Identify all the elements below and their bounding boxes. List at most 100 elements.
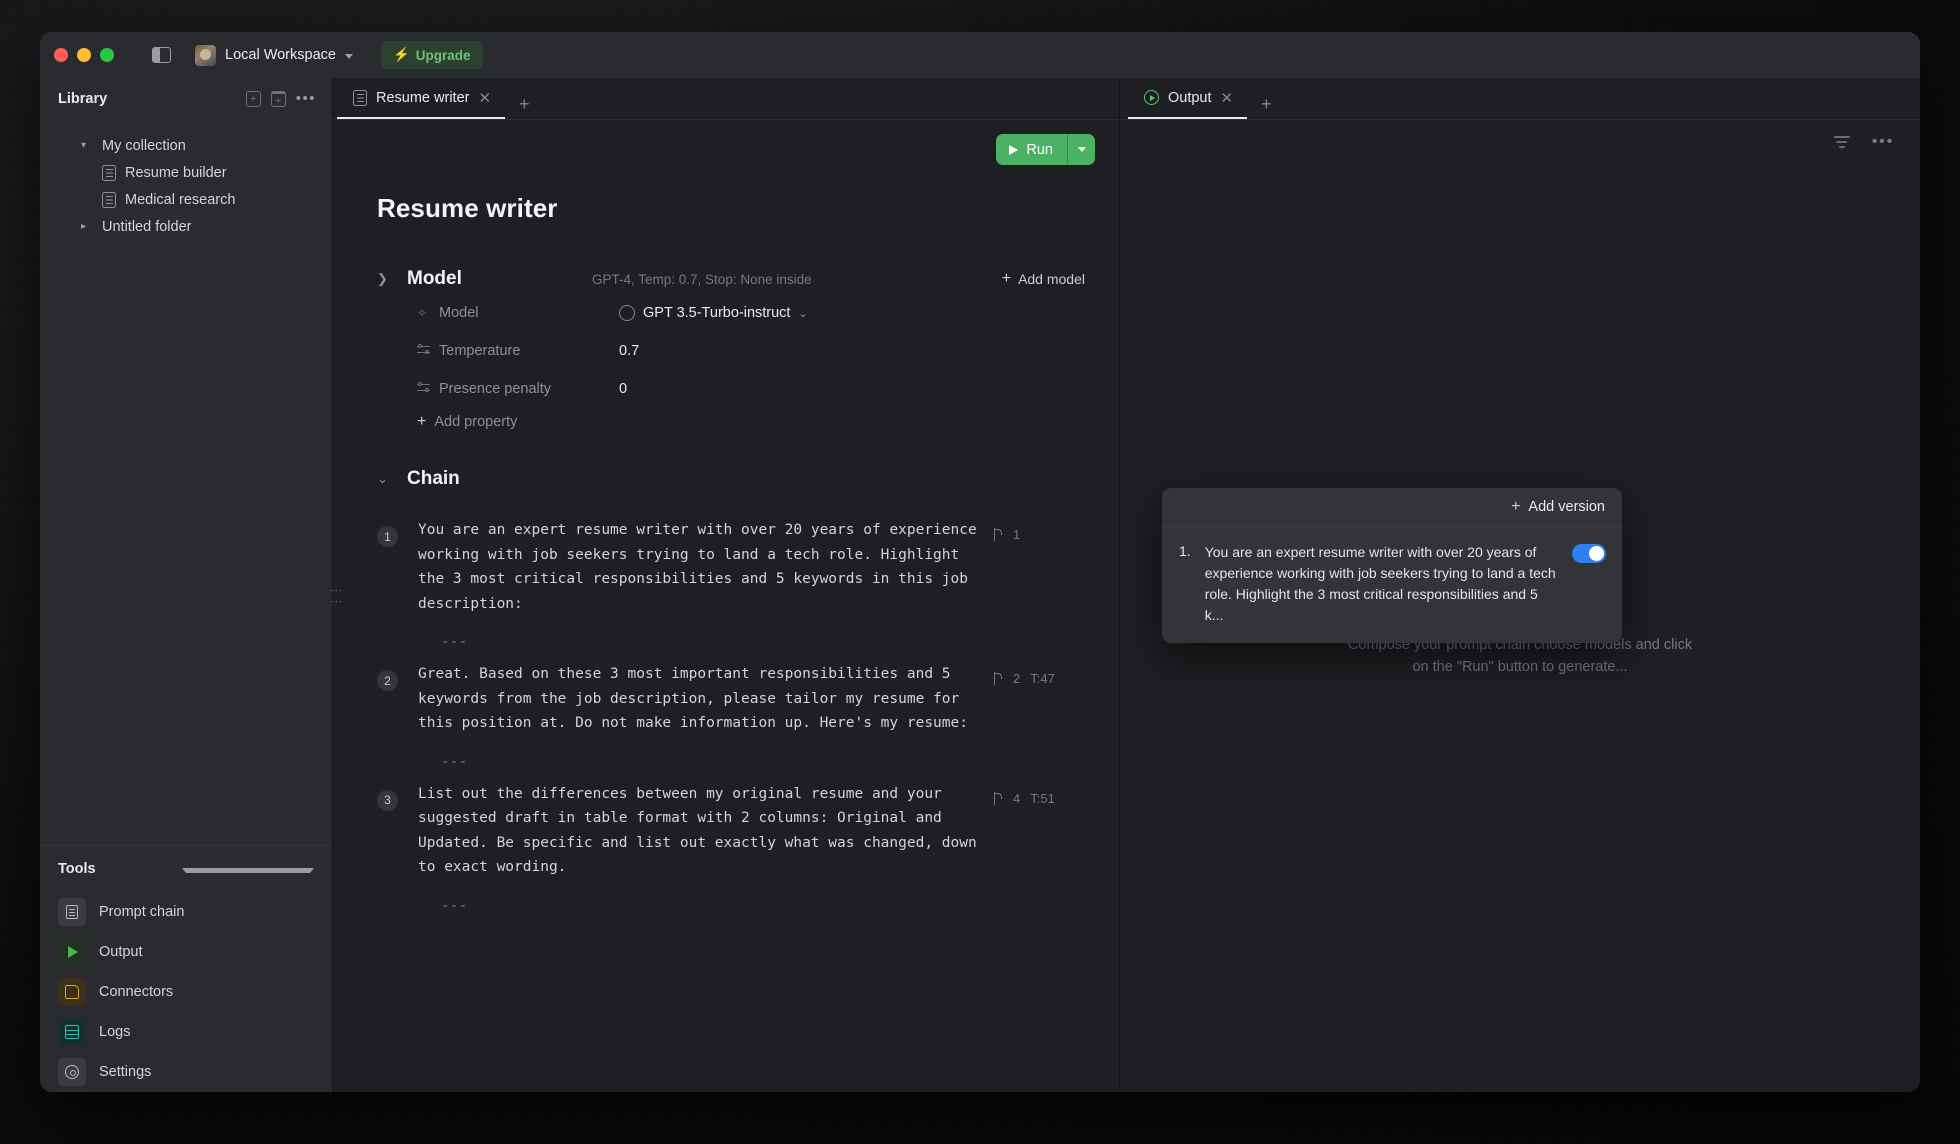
block-tokens: T:47 — [1030, 671, 1055, 686]
chain-section-header[interactable]: ⌄ Chain — [377, 468, 1085, 490]
version-list-item[interactable]: 1. You are an expert resume writer with … — [1162, 527, 1622, 643]
document-icon — [58, 898, 86, 926]
plus-icon[interactable]: + — [1247, 94, 1286, 119]
library-tree: ▾ My collection Resume builder Medical r… — [40, 120, 332, 845]
play-icon — [1009, 144, 1019, 155]
plus-icon: + — [1511, 498, 1521, 515]
block-text[interactable]: Great. Based on these 3 most important r… — [418, 662, 978, 736]
plus-icon[interactable]: + — [505, 94, 544, 119]
document-icon — [353, 89, 367, 106]
tool-item-connectors[interactable]: Connectors — [40, 972, 332, 1012]
upgrade-button[interactable]: ⚡ Upgrade — [380, 41, 483, 69]
chain-section: ⌄ Chain — [333, 468, 1119, 490]
openai-icon — [619, 305, 635, 321]
minimize-window-button[interactable] — [77, 48, 91, 62]
property-row-model[interactable]: ✧ Model GPT 3.5-Turbo-instruct ⌄ — [377, 298, 1085, 328]
property-label: Presence penalty — [439, 381, 552, 397]
property-value[interactable]: 0 — [619, 381, 627, 397]
add-version-button[interactable]: + Add version — [1162, 488, 1622, 527]
app-window: Local Workspace ⚡ Upgrade Library ••• ▾ … — [40, 32, 1920, 1092]
run-button[interactable]: Run — [996, 134, 1095, 165]
tool-label: Logs — [99, 1024, 131, 1040]
filter-icon[interactable] — [1833, 136, 1850, 148]
sidebar-toggle-icon[interactable] — [152, 47, 171, 63]
chevron-down-icon — [1077, 147, 1086, 152]
more-horizontal-icon[interactable]: ••• — [1872, 134, 1894, 150]
slider-icon — [417, 380, 439, 398]
block-meta: 4 T:51 — [992, 791, 1064, 806]
tab-output[interactable]: Output ✕ — [1128, 78, 1248, 119]
avatar — [195, 44, 216, 66]
version-text: You are an expert resume writer with ove… — [1204, 544, 1556, 623]
upgrade-label: Upgrade — [415, 47, 471, 63]
tool-item-output[interactable]: Output — [40, 932, 332, 972]
tree-group-untitled-folder[interactable]: ▸ Untitled folder — [40, 213, 332, 240]
run-main[interactable]: Run — [996, 134, 1067, 165]
model-section-header[interactable]: ❯ Model GPT-4, Temp: 0.7, Stop: None ins… — [377, 268, 1085, 290]
editor-tab-bar: Resume writer ✕ + — [333, 78, 1119, 120]
block-versions: 2 — [1013, 671, 1021, 686]
block-text[interactable]: List out the differences between my orig… — [418, 782, 978, 880]
tool-label: Connectors — [99, 984, 174, 1000]
model-section-title: Model — [407, 268, 462, 289]
add-model-label: Add model — [1018, 271, 1085, 287]
branch-icon[interactable] — [992, 791, 1003, 805]
new-folder-icon[interactable] — [270, 91, 286, 107]
versions-popover: + Add version 1. You are an expert resum… — [1162, 488, 1622, 643]
slider-icon — [417, 342, 439, 360]
output-panel: Output ✕ + ••• ✦ Compose your prompt cha… — [1120, 78, 1920, 1092]
plus-icon: + — [1001, 270, 1012, 287]
plus-icon: + — [417, 413, 427, 430]
document-icon — [102, 164, 116, 181]
version-index: 1. — [1179, 543, 1191, 559]
play-circle-icon — [1144, 90, 1159, 105]
block-meta: 2 T:47 — [992, 671, 1064, 686]
block-tokens: T:51 — [1030, 790, 1055, 806]
workspace-name: Local Workspace — [225, 47, 336, 63]
close-icon[interactable]: ✕ — [478, 89, 491, 107]
property-row-temperature[interactable]: Temperature 0.7 — [377, 336, 1085, 366]
close-icon[interactable]: ✕ — [1221, 89, 1234, 107]
run-dropdown-button[interactable] — [1067, 134, 1095, 165]
branch-icon[interactable] — [992, 528, 1003, 541]
property-value[interactable]: GPT 3.5-Turbo-instruct ⌄ — [619, 305, 808, 321]
title-bar: Local Workspace ⚡ Upgrade — [40, 32, 1920, 78]
chain-block[interactable]: 1 You are an expert resume writer with o… — [333, 518, 1119, 616]
tool-item-logs[interactable]: Logs — [40, 1012, 332, 1052]
document-icon — [102, 191, 116, 208]
table-icon — [58, 1018, 86, 1046]
chain-block[interactable]: 3 List out the differences between my or… — [333, 782, 1119, 880]
workspace-switcher[interactable]: Local Workspace — [195, 44, 353, 66]
block-versions: 1 — [1013, 527, 1021, 542]
tree-item-resume-builder[interactable]: Resume builder — [40, 159, 332, 186]
chevron-down-icon: ▾ — [81, 140, 87, 151]
chevron-down-icon: ⌄ — [798, 307, 808, 320]
block-separator: --- — [441, 897, 468, 914]
chevron-right-icon[interactable]: ❯ — [377, 271, 407, 287]
add-version-label: Add version — [1528, 499, 1605, 515]
block-number: 1 — [377, 526, 398, 547]
property-row-presence-penalty[interactable]: Presence penalty 0 — [377, 374, 1085, 404]
add-property-button[interactable]: + Add property — [377, 413, 1085, 431]
page-title: Resume writer — [377, 193, 558, 223]
maximize-window-button[interactable] — [100, 48, 114, 62]
window-controls[interactable] — [54, 48, 114, 62]
close-window-button[interactable] — [54, 48, 68, 62]
tool-item-settings[interactable]: Settings — [40, 1052, 332, 1092]
tree-group-my-collection[interactable]: ▾ My collection — [40, 132, 332, 159]
property-value[interactable]: 0.7 — [619, 343, 639, 359]
new-file-icon[interactable] — [245, 91, 261, 107]
branch-icon[interactable] — [992, 672, 1003, 685]
tab-label: Output — [1168, 89, 1212, 106]
version-toggle[interactable] — [1572, 544, 1606, 563]
tool-item-prompt-chain[interactable]: Prompt chain — [40, 892, 332, 932]
chevron-down-icon[interactable]: ⌄ — [377, 471, 407, 487]
tab-resume-writer[interactable]: Resume writer ✕ — [337, 78, 506, 119]
chain-block[interactable]: 2 Great. Based on these 3 most important… — [333, 662, 1119, 736]
tree-item-medical-research[interactable]: Medical research — [40, 186, 332, 213]
tools-header[interactable]: Tools — [40, 846, 332, 892]
more-horizontal-icon[interactable]: ••• — [296, 91, 316, 106]
add-model-button[interactable]: + Add model — [1001, 270, 1085, 288]
tool-label: Output — [99, 944, 143, 960]
block-text[interactable]: You are an expert resume writer with ove… — [418, 518, 978, 616]
